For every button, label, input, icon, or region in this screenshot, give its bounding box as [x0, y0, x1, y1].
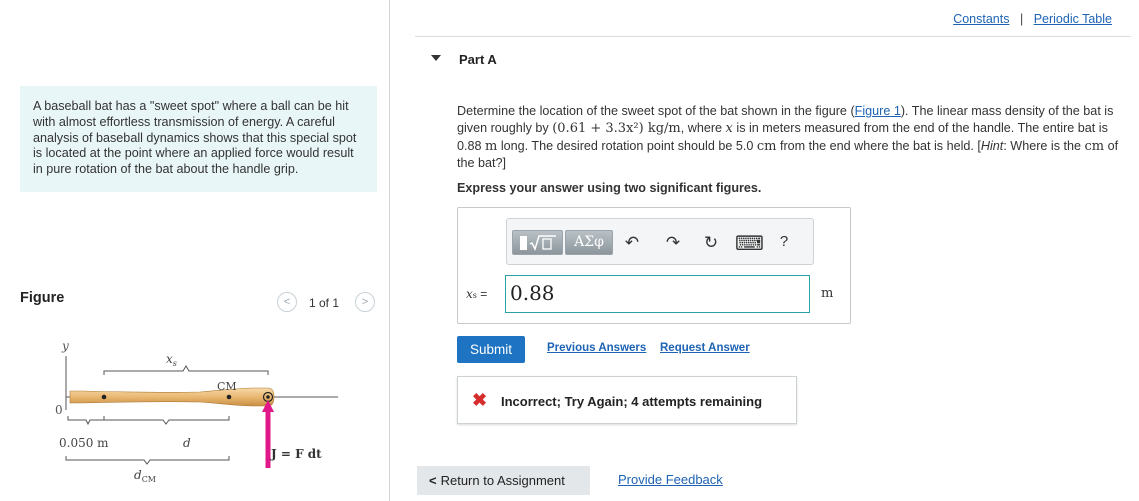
cm-label: CM: [217, 380, 237, 393]
header-divider: [415, 36, 1131, 37]
dcm-brace: [65, 456, 230, 465]
dcm-label: dCM: [134, 468, 156, 484]
link-separator: |: [1019, 12, 1024, 26]
submit-button[interactable]: Submit: [457, 336, 525, 363]
answer-input[interactable]: 0.88: [505, 275, 810, 313]
previous-figure-button[interactable]: <: [277, 292, 297, 312]
return-to-assignment-button[interactable]: < Return to Assignment: [417, 466, 590, 495]
templates-button[interactable]: [512, 230, 563, 255]
previous-answers-link[interactable]: Previous Answers: [547, 342, 646, 354]
xs-brace: [103, 365, 269, 375]
handle-distance-label: 0.050 m: [59, 436, 109, 450]
answer-variable-label: xs =: [466, 287, 488, 301]
sweet-spot-point: [266, 395, 270, 399]
request-answer-link[interactable]: Request Answer: [660, 342, 750, 354]
density-expression: (0.61 + 3.3x²) kg/m: [552, 120, 681, 136]
collapse-triangle-icon[interactable]: [431, 55, 441, 61]
part-label[interactable]: Part A: [459, 52, 497, 67]
cm-point: [226, 394, 232, 400]
periodic-table-link[interactable]: Periodic Table: [1034, 12, 1112, 26]
sqrt-templates-icon: [519, 235, 556, 252]
problem-statement: Determine the location of the sweet spot…: [457, 104, 1119, 171]
constants-link[interactable]: Constants: [953, 12, 1009, 26]
chevron-left-icon: <: [429, 473, 437, 488]
bat-figure: y x 0 xs CM 0.050 m d dCM J = F dt: [55, 339, 338, 484]
baseball-bat: [69, 387, 275, 407]
redo-icon[interactable]: ↷: [662, 233, 684, 253]
chevron-left-icon: <: [283, 296, 291, 308]
feedback-text: Incorrect; Try Again; 4 attempts remaini…: [501, 394, 763, 409]
return-label: Return to Assignment: [440, 473, 565, 488]
d-label: d: [183, 436, 191, 450]
undo-icon[interactable]: ↶: [621, 233, 643, 253]
xs-label: xs: [166, 352, 177, 368]
impulse-arrow-shaft: [265, 404, 271, 468]
figure-title: Figure: [20, 290, 65, 306]
grip-point: [101, 394, 107, 400]
answer-instruction: Express your answer using two significan…: [457, 181, 762, 195]
answer-unit: m: [821, 286, 834, 301]
math-toolbar: ΑΣφ ↶ ↷ ↻ ⌨ ?: [506, 218, 814, 265]
help-icon[interactable]: ?: [773, 233, 795, 250]
next-figure-button[interactable]: >: [355, 292, 375, 312]
origin-label: 0: [55, 403, 63, 417]
figure-link[interactable]: Figure 1: [855, 104, 901, 118]
figure-page-indicator: 1 of 1: [309, 296, 340, 310]
d-brace: [103, 416, 230, 425]
provide-feedback-link[interactable]: Provide Feedback: [618, 472, 723, 487]
top-links: Constants | Periodic Table: [953, 12, 1112, 26]
impulse-label: J = F dt: [270, 447, 322, 461]
problem-intro: A baseball bat has a "sweet spot" where …: [20, 86, 377, 192]
handle-brace: [67, 416, 105, 426]
column-divider: [389, 0, 390, 501]
incorrect-icon: ✖: [472, 390, 488, 410]
chevron-right-icon: >: [361, 296, 369, 308]
reset-icon[interactable]: ↻: [700, 233, 722, 253]
keyboard-icon[interactable]: ⌨: [735, 231, 764, 256]
symbols-button[interactable]: ΑΣφ: [565, 230, 613, 255]
y-axis-label: y: [61, 339, 69, 353]
